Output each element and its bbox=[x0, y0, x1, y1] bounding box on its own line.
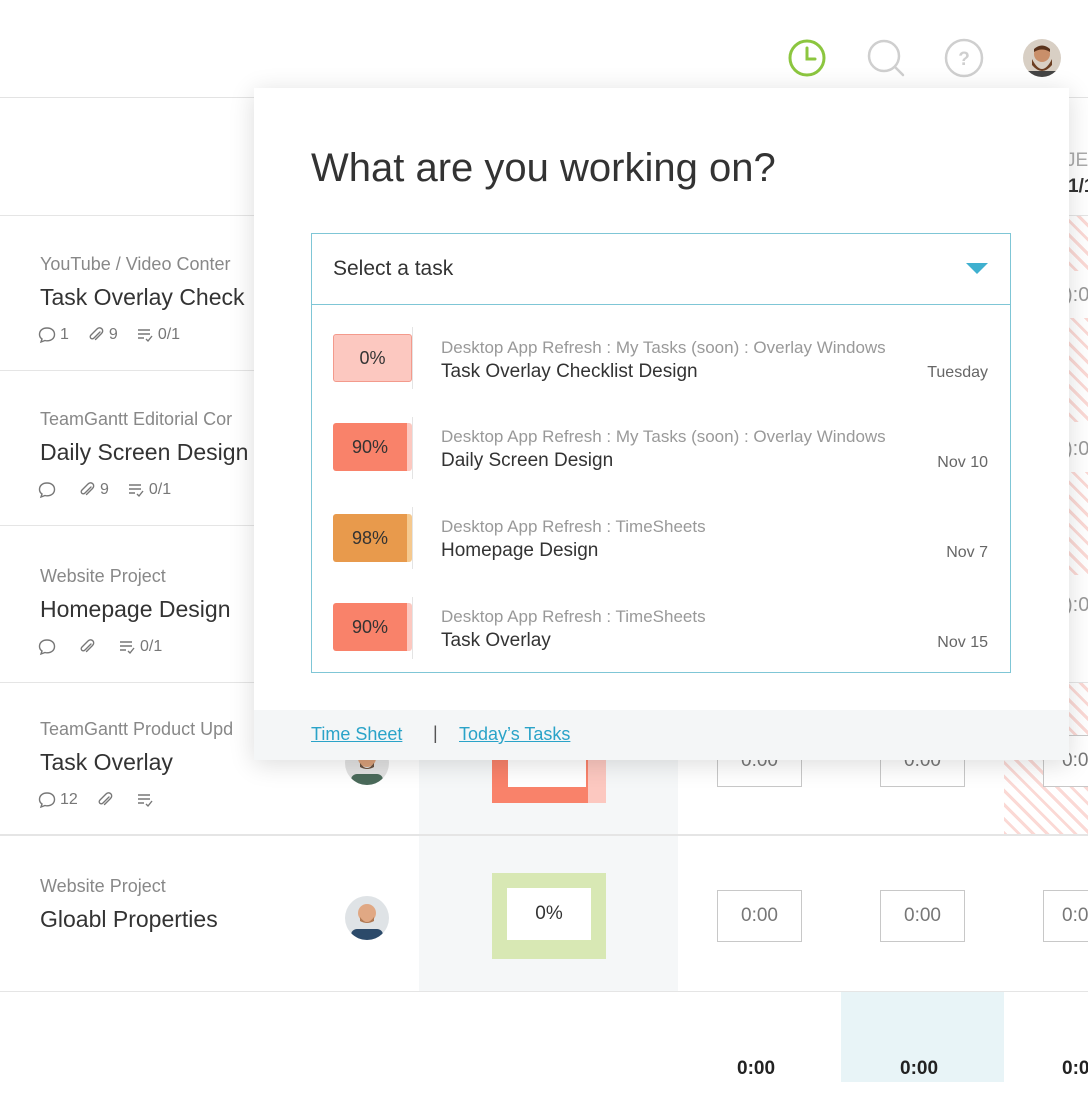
row-meta: 0/1 bbox=[38, 638, 180, 656]
comment-count[interactable] bbox=[38, 481, 60, 499]
checklist-icon bbox=[128, 484, 144, 498]
comment-icon bbox=[38, 482, 56, 499]
row-task-title[interactable]: Task Overlay bbox=[40, 749, 173, 776]
time-cell-fragment: ):0 bbox=[1066, 438, 1088, 460]
checklist-icon bbox=[120, 641, 135, 655]
overlay-title: What are you working on? bbox=[311, 146, 776, 190]
task-name: Task Overlay bbox=[441, 630, 551, 651]
task-path: Desktop App Refresh : My Tasks (soon) : … bbox=[441, 338, 886, 357]
task-select-placeholder: Select a task bbox=[333, 257, 454, 280]
row-task-title[interactable]: Homepage Design bbox=[40, 596, 231, 623]
task-path: Desktop App Refresh : TimeSheets bbox=[441, 607, 706, 626]
time-input[interactable]: 0:0 bbox=[1043, 890, 1088, 942]
comment-count[interactable]: 12 bbox=[38, 791, 78, 809]
comment-icon bbox=[38, 639, 56, 656]
task-picker-overlay: What are you working on? Select a task 0… bbox=[254, 88, 1069, 760]
task-option[interactable]: 98% Desktop App Refresh : TimeSheets Hom… bbox=[312, 493, 1010, 583]
checklist-count[interactable]: 0/1 bbox=[127, 481, 171, 499]
paperclip-icon bbox=[98, 792, 113, 806]
task-progress-badge: 98% bbox=[333, 514, 412, 562]
day-total: 0:00 bbox=[900, 1058, 939, 1079]
task-date: Nov 15 bbox=[937, 634, 988, 651]
comment-icon bbox=[38, 327, 56, 344]
row-task-title[interactable]: Task Overlay Check bbox=[40, 284, 245, 311]
row-task-title[interactable]: Gloabl Properties bbox=[40, 906, 218, 933]
clock-icon[interactable] bbox=[787, 38, 827, 78]
top-bar: ? bbox=[0, 0, 1088, 98]
grid-header-date: 1/1 bbox=[1068, 176, 1088, 197]
table-row[interactable]: Website Project Gloabl Properties 0% 0:0… bbox=[0, 836, 1088, 992]
attachment-count[interactable]: 9 bbox=[78, 481, 109, 499]
task-date: Tuesday bbox=[927, 364, 988, 381]
task-select-header[interactable]: Select a task bbox=[312, 234, 1010, 305]
checklist-count[interactable] bbox=[136, 791, 158, 809]
task-path: Desktop App Refresh : TimeSheets bbox=[441, 517, 706, 536]
comment-count[interactable] bbox=[38, 638, 60, 656]
time-input[interactable]: 0:00 bbox=[717, 890, 802, 942]
attachment-count[interactable]: 9 bbox=[87, 326, 118, 344]
progress-value: 0% bbox=[507, 888, 591, 940]
svg-text:?: ? bbox=[958, 49, 970, 70]
row-project-name: Website Project bbox=[40, 566, 166, 586]
comment-icon bbox=[38, 792, 56, 809]
time-cell-fragment: ):0 bbox=[1066, 594, 1088, 616]
checklist-icon bbox=[137, 329, 153, 343]
task-progress-badge: 90% bbox=[333, 603, 412, 651]
row-meta: 1 9 0/1 bbox=[38, 326, 198, 344]
day-total: 0:00 bbox=[737, 1058, 776, 1079]
todays-tasks-link[interactable]: Today’s Tasks bbox=[459, 724, 570, 745]
day-total: 0:0 bbox=[1062, 1058, 1088, 1079]
checklist-count[interactable]: 0/1 bbox=[136, 326, 180, 344]
task-date: Nov 7 bbox=[946, 544, 988, 561]
row-meta: 9 0/1 bbox=[38, 481, 189, 499]
paperclip-icon bbox=[89, 327, 104, 341]
task-date: Nov 10 bbox=[937, 454, 988, 471]
task-progress-badge: 90% bbox=[333, 423, 412, 471]
overlay-footer: Time Sheet | Today’s Tasks bbox=[254, 710, 1069, 760]
chevron-down-icon[interactable] bbox=[966, 263, 988, 274]
attachment-count[interactable] bbox=[78, 638, 100, 656]
help-icon[interactable]: ? bbox=[944, 38, 984, 78]
attachment-count[interactable] bbox=[96, 791, 118, 809]
grid-header-day: JE bbox=[1066, 150, 1088, 171]
time-cell-fragment: ):0 bbox=[1066, 284, 1088, 306]
time-input[interactable]: 0:00 bbox=[880, 890, 965, 942]
time-sheet-link[interactable]: Time Sheet bbox=[311, 724, 402, 745]
footer-separator: | bbox=[433, 723, 438, 743]
paperclip-icon bbox=[80, 482, 95, 496]
task-name: Homepage Design bbox=[441, 540, 599, 561]
row-project-name: TeamGantt Product Upd bbox=[40, 719, 234, 739]
task-option[interactable]: 90% Desktop App Refresh : My Tasks (soon… bbox=[312, 403, 1010, 493]
row-project-name: YouTube / Video Conter bbox=[40, 254, 231, 274]
task-option[interactable]: 0% Desktop App Refresh : My Tasks (soon)… bbox=[312, 313, 1010, 403]
comment-count[interactable]: 1 bbox=[38, 326, 69, 344]
task-select[interactable]: Select a task 0% Desktop App Refresh : M… bbox=[311, 233, 1011, 673]
row-project-name: Website Project bbox=[40, 876, 166, 896]
row-meta: 12 bbox=[38, 791, 176, 809]
checklist-count[interactable]: 0/1 bbox=[118, 638, 162, 656]
task-path: Desktop App Refresh : My Tasks (soon) : … bbox=[441, 427, 886, 446]
assignee-avatar[interactable] bbox=[345, 896, 389, 940]
task-name: Task Overlay Checklist Design bbox=[441, 361, 698, 382]
row-task-title[interactable]: Daily Screen Design bbox=[40, 439, 248, 466]
task-progress-badge: 0% bbox=[333, 334, 412, 382]
task-option[interactable]: 90% Desktop App Refresh : TimeSheets Tas… bbox=[312, 583, 1010, 673]
task-name: Daily Screen Design bbox=[441, 450, 614, 471]
checklist-icon bbox=[137, 794, 153, 808]
user-avatar[interactable] bbox=[1023, 39, 1061, 77]
paperclip-icon bbox=[80, 639, 95, 653]
progress-box[interactable]: 0% bbox=[492, 873, 606, 959]
search-icon[interactable] bbox=[866, 38, 906, 78]
row-project-name: TeamGantt Editorial Cor bbox=[40, 409, 233, 429]
